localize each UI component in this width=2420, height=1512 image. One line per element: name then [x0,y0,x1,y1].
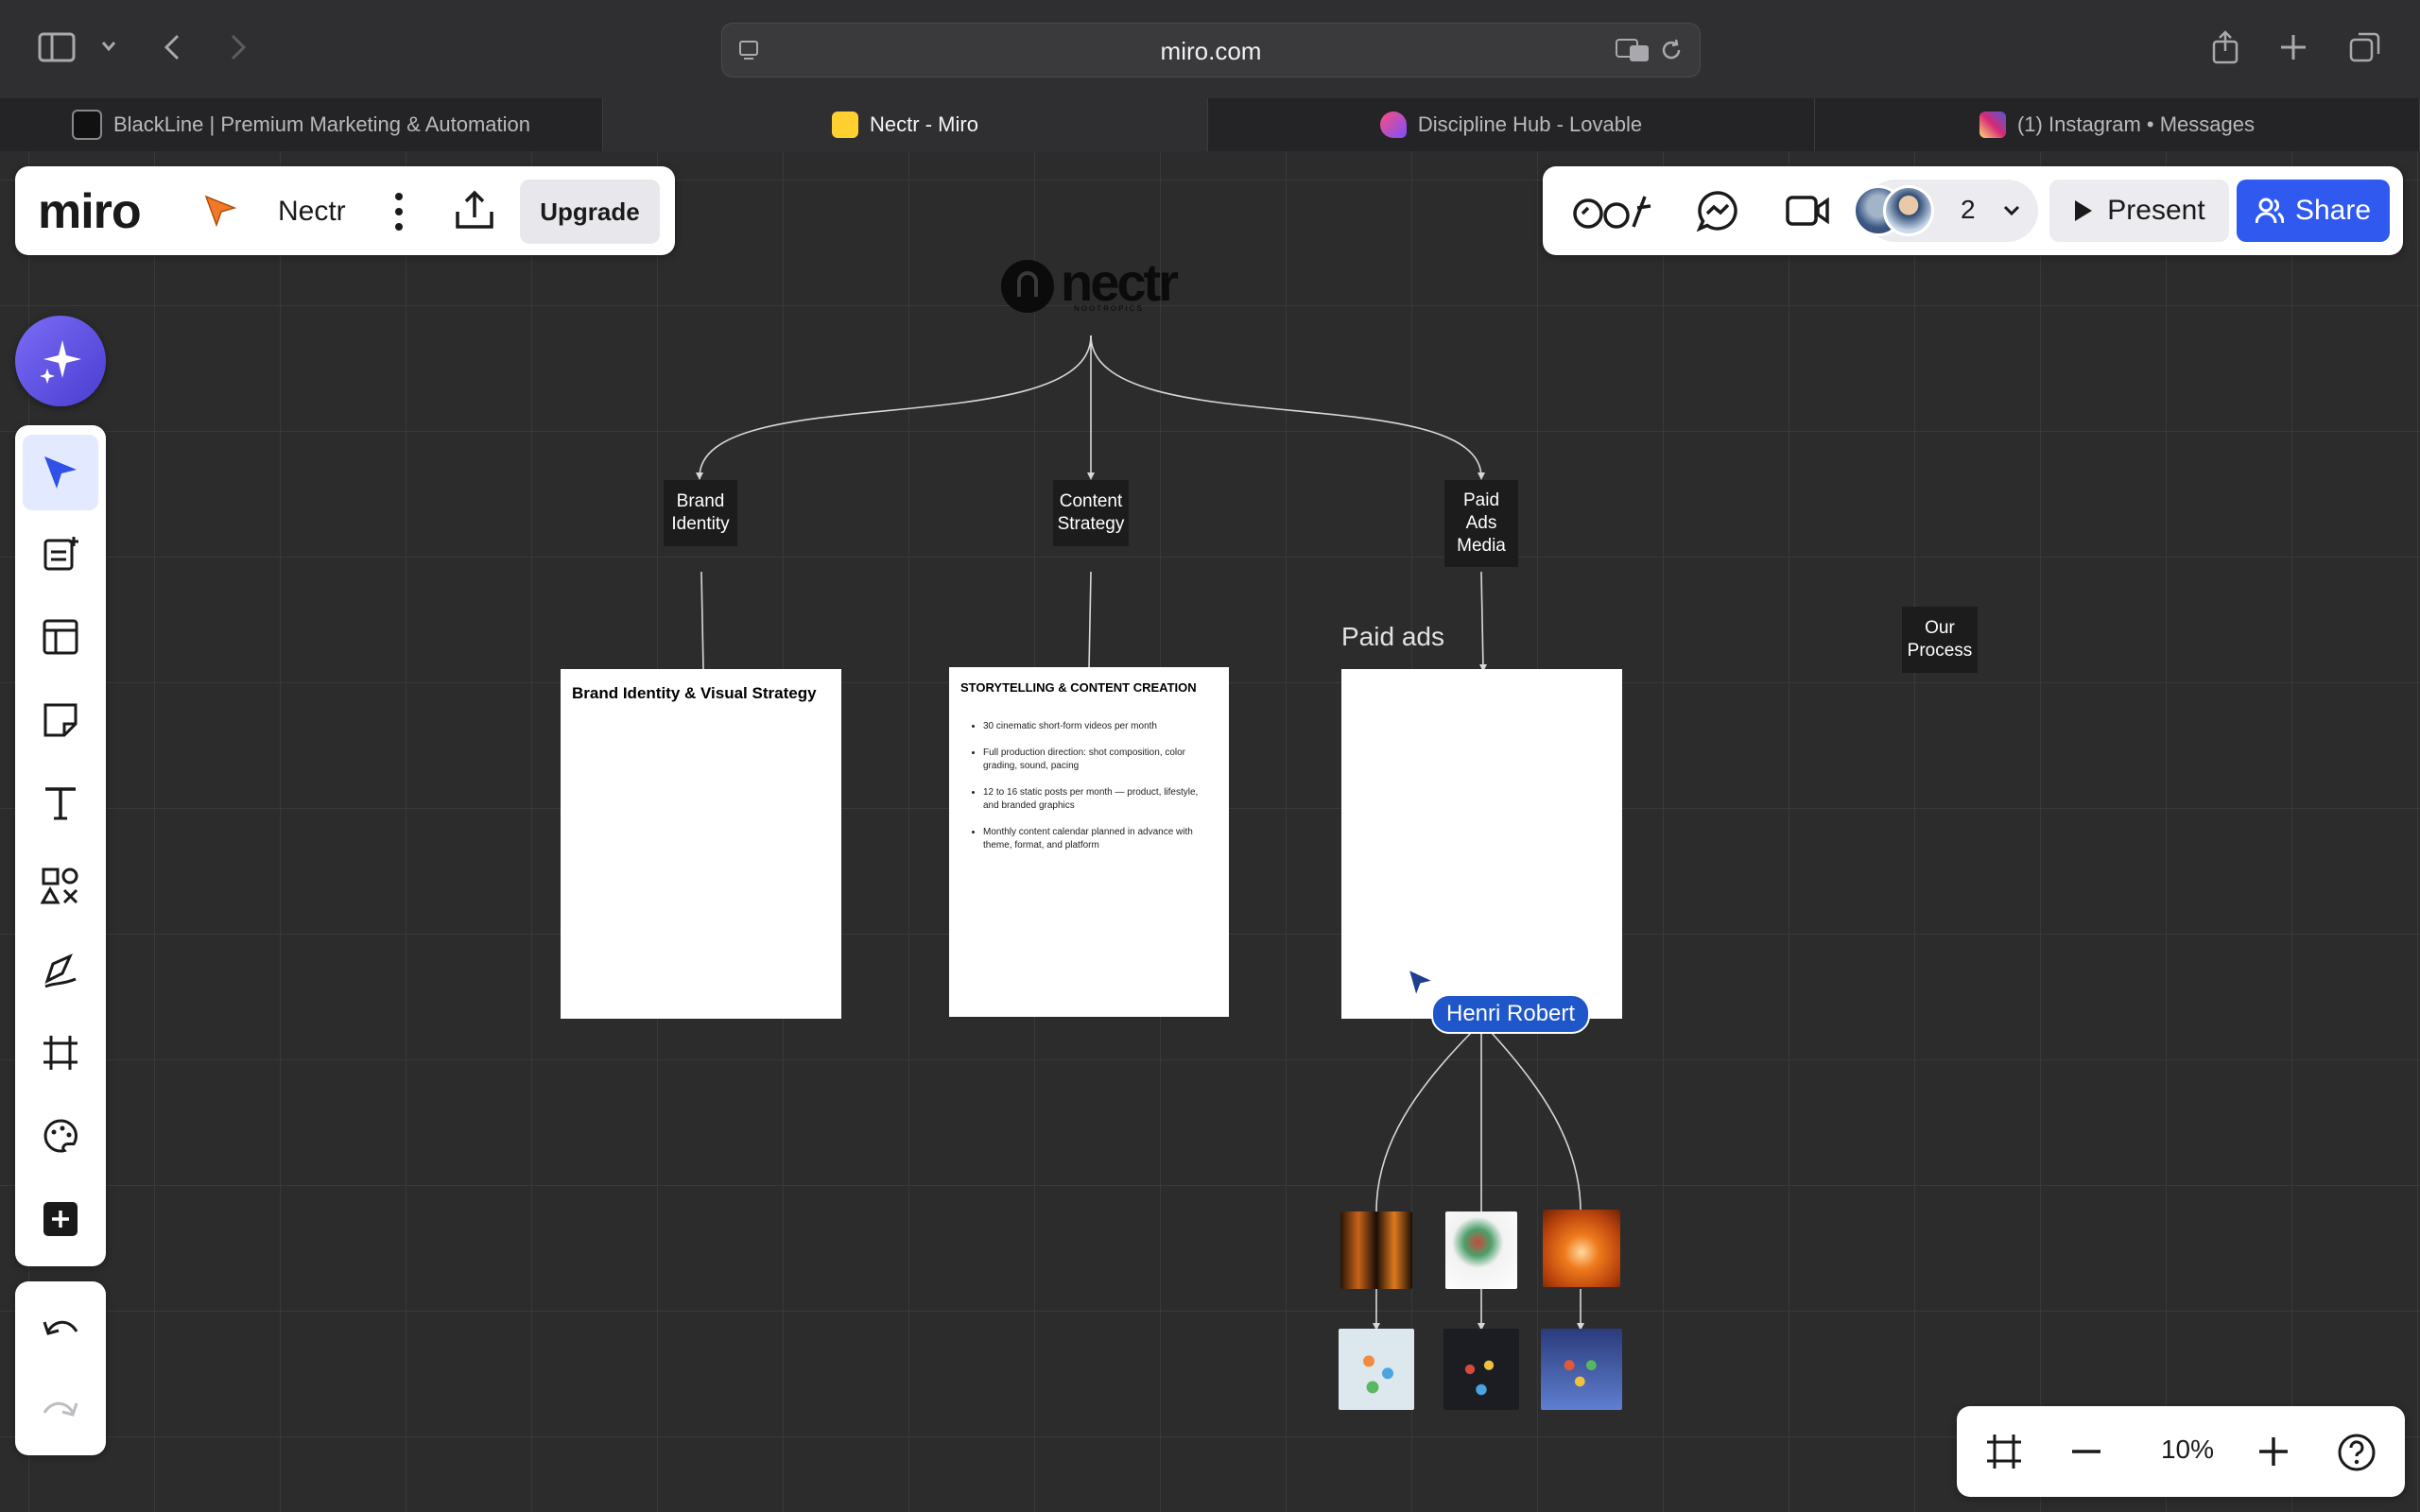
chevron-down-icon [2003,205,2020,216]
redo-icon [43,1401,78,1417]
more-options-icon[interactable] [391,191,406,232]
node-brand-identity[interactable]: Brand Identity [664,480,737,546]
nectr-logo-subtext: NOOTROPICS [1074,304,1144,313]
board-icon [204,195,237,228]
reactions-icon[interactable] [1571,189,1654,232]
doc-content-creation[interactable]: STORYTELLING & CONTENT CREATION 30 cinem… [949,667,1229,1017]
undo-icon [43,1320,78,1335]
node-content-strategy[interactable]: Content Strategy [1053,480,1129,546]
shapes-icon [41,868,78,904]
doc-bullet: 30 cinematic short-form videos per month [983,720,1216,733]
collaboration-panel: 2 Present Share [1543,166,2403,255]
stickers-tool[interactable] [23,1098,98,1174]
ad-image-thumbnail[interactable] [1543,1210,1620,1287]
doc-paid-ads[interactable] [1341,669,1622,1019]
video-call-icon[interactable] [1785,191,1830,231]
node-our-process[interactable]: Our Process [1902,607,1978,673]
fit-to-screen-icon[interactable] [1985,1433,2023,1470]
doc-bullet: Monthly content calendar planned in adva… [983,826,1216,852]
collaborator-cursor-icon [1407,968,1435,998]
plus-box-icon [43,1202,78,1236]
layout-icon [43,619,78,655]
people-icon [2255,198,2284,224]
share-label: Share [2294,195,2372,226]
palette-icon [43,1119,78,1153]
paid-ads-frame-title[interactable]: Paid ads [1341,622,1444,652]
note-plus-icon [43,537,78,571]
present-label: Present [2107,195,2205,226]
ad-image-thumbnail[interactable] [1445,1211,1517,1289]
ad-image-thumbnail[interactable] [1443,1329,1519,1410]
shapes-tool[interactable] [23,849,98,924]
sticky-note-icon [43,703,78,737]
ad-image-thumbnail[interactable] [1340,1211,1412,1289]
templates-tool[interactable] [23,516,98,592]
collaborator-name-tag: Henri Robert [1431,994,1591,1034]
history-toolbar [15,1281,106,1455]
zoom-in-icon[interactable] [2257,1435,2290,1468]
collaborator-count: 2 [1961,195,1976,224]
miro-logo[interactable]: miro [38,183,142,240]
pen-tool[interactable] [23,932,98,1007]
upgrade-button[interactable]: Upgrade [520,180,660,244]
doc-title: STORYTELLING & CONTENT CREATION [960,680,1197,695]
zoom-level[interactable]: 10% [2140,1435,2235,1465]
zoom-out-icon[interactable] [2070,1448,2102,1455]
collaborators-button[interactable]: 2 [1853,180,2038,242]
export-icon[interactable] [454,189,495,231]
more-tools[interactable] [23,1181,98,1257]
chat-icon[interactable] [1696,189,1739,232]
nectr-logo[interactable]: nectr NOOTROPICS [1000,252,1189,323]
help-icon[interactable] [2337,1433,2377,1472]
layout-tool[interactable] [23,599,98,675]
text-icon [45,787,76,820]
select-tool[interactable] [23,435,98,510]
board-name[interactable]: Nectr [278,196,346,228]
tools-toolbar [15,425,106,1266]
frame-icon [43,1036,78,1070]
play-icon [2075,200,2093,221]
doc-bullet: 12 to 16 static posts per month — produc… [983,786,1216,813]
ad-image-thumbnail[interactable] [1339,1329,1414,1410]
board-header-panel: miro Nectr Upgrade [15,166,675,255]
ad-image-thumbnail[interactable] [1541,1329,1622,1410]
text-tool[interactable] [23,765,98,841]
nectr-logo-mark-icon [1001,260,1054,313]
doc-bullet: Full production direction: shot composit… [983,747,1216,773]
doc-bullets: 30 cinematic short-form videos per month… [970,720,1216,866]
undo-button[interactable] [23,1291,98,1366]
cursor-arrow-icon [44,456,77,489]
frame-tool[interactable] [23,1015,98,1091]
zoom-controls: 10% [1957,1406,2405,1497]
doc-brand-identity[interactable]: Brand Identity & Visual Strategy [561,669,841,1019]
avatar [1883,185,1934,236]
redo-button[interactable] [23,1372,98,1448]
node-paid-ads-media[interactable]: Paid Ads Media [1444,480,1518,567]
share-button[interactable]: Share [2237,180,2390,242]
ai-assistant-button[interactable] [15,316,106,406]
sparkle-icon [40,340,81,384]
sticky-note-tool[interactable] [23,682,98,758]
present-button[interactable]: Present [2049,180,2229,242]
pen-icon [44,954,77,988]
doc-title: Brand Identity & Visual Strategy [572,684,817,702]
